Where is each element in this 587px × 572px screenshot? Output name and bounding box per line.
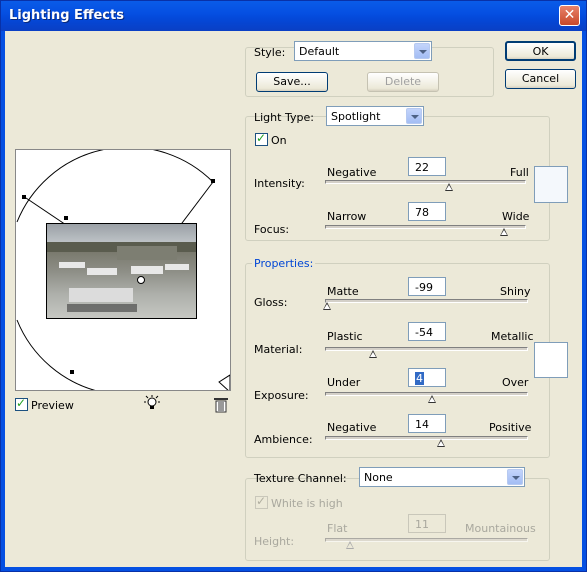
ambience-slider[interactable] [325, 436, 528, 440]
on-label: On [271, 134, 287, 147]
ambient-color-swatch[interactable] [534, 342, 568, 378]
exposure-max-label: Over [502, 376, 529, 389]
style-label: Style: [254, 46, 286, 59]
exposure-input[interactable]: 4 [408, 368, 446, 387]
intensity-value: 22 [415, 161, 429, 174]
window-title: Lighting Effects [9, 8, 124, 23]
window-frame-bottom [1, 567, 586, 571]
light-bulb-icon[interactable] [143, 395, 161, 413]
focus-min-label: Narrow [327, 210, 367, 223]
height-label: Height: [254, 535, 295, 548]
gloss-label: Gloss: [254, 296, 288, 309]
close-button[interactable]: ✕ [559, 5, 580, 26]
intensity-label: Intensity: [254, 177, 305, 190]
save-button[interactable]: Save... [256, 72, 328, 92]
focus-slider-thumb[interactable] [500, 228, 509, 237]
white-is-high-checkbox[interactable]: ✓ [255, 494, 268, 509]
material-slider-thumb[interactable] [369, 350, 378, 359]
intensity-max-label: Full [510, 166, 529, 179]
light-type-value: Spotlight [331, 110, 381, 123]
exposure-min-label: Under [327, 376, 361, 389]
chevron-down-icon[interactable] [414, 43, 430, 59]
exposure-value: 4 [415, 372, 424, 385]
style-value: Default [299, 45, 340, 58]
gloss-value: -99 [415, 281, 433, 294]
focus-label: Focus: [254, 223, 290, 236]
title-bar[interactable]: Lighting Effects ✕ [1, 1, 586, 31]
focus-slider[interactable] [325, 225, 526, 229]
material-slider[interactable] [325, 347, 528, 351]
ellipse-handle[interactable] [70, 370, 74, 374]
trash-icon[interactable] [213, 397, 229, 413]
material-value: -54 [415, 326, 433, 339]
height-slider[interactable] [325, 538, 528, 542]
ambience-max-label: Positive [489, 421, 532, 434]
height-max-label: Mountainous [465, 522, 536, 535]
gloss-input[interactable]: -99 [408, 277, 446, 296]
intensity-slider[interactable] [325, 180, 526, 184]
height-slider-thumb[interactable] [346, 541, 355, 550]
check-icon: ✓ [256, 131, 267, 145]
style-select[interactable]: Default [294, 41, 432, 61]
focus-input[interactable]: 78 [408, 202, 446, 221]
material-label: Material: [254, 343, 303, 356]
ellipse-handle[interactable] [22, 195, 26, 199]
properties-header: Properties: [252, 257, 316, 270]
on-checkbox[interactable]: ✓ [255, 131, 268, 146]
chevron-down-icon[interactable] [507, 469, 523, 485]
preview-label: Preview [31, 399, 74, 412]
texture-channel-select[interactable]: None [359, 467, 525, 487]
ambience-input[interactable]: 14 [408, 414, 446, 433]
preview-image [46, 223, 197, 319]
ok-button[interactable]: OK [505, 41, 576, 61]
gloss-max-label: Shiny [500, 285, 531, 298]
delete-button[interactable]: Delete [367, 72, 439, 92]
texture-channel-label: Texture Channel: [254, 472, 347, 485]
focus-value: 78 [415, 206, 429, 219]
focus-max-label: Wide [502, 210, 530, 223]
check-icon: ✓ [256, 494, 267, 508]
material-min-label: Plastic [327, 330, 363, 343]
ellipse-handle[interactable] [64, 216, 68, 220]
window-frame-right [582, 31, 586, 571]
material-max-label: Metallic [491, 330, 534, 343]
exposure-label: Exposure: [254, 389, 309, 402]
chevron-down-icon[interactable] [406, 108, 422, 124]
texture-group [245, 478, 550, 561]
light-type-label: Light Type: [254, 111, 314, 124]
preview-checkbox[interactable]: ✓ [15, 396, 28, 411]
ambience-min-label: Negative [327, 421, 377, 434]
ambience-slider-thumb[interactable] [437, 439, 446, 448]
check-icon: ✓ [16, 396, 27, 410]
intensity-input[interactable]: 22 [408, 157, 446, 176]
lighting-effects-dialog: Lighting Effects ✕ ✓ Preview OK Cancel S… [0, 0, 587, 572]
intensity-min-label: Negative [327, 166, 377, 179]
height-value: 11 [415, 518, 429, 531]
preview-canvas[interactable] [15, 149, 231, 391]
material-input[interactable]: -54 [408, 322, 446, 341]
height-input[interactable]: 11 [408, 514, 446, 533]
white-is-high-label: White is high [271, 497, 343, 510]
exposure-slider-thumb[interactable] [428, 395, 437, 404]
ambience-label: Ambience: [254, 433, 313, 446]
height-min-label: Flat [327, 522, 348, 535]
exposure-slider[interactable] [325, 392, 528, 396]
gloss-slider-thumb[interactable] [323, 302, 332, 311]
ambience-value: 14 [415, 418, 429, 431]
intensity-slider-thumb[interactable] [445, 183, 454, 192]
window-frame-left [1, 31, 5, 571]
gloss-slider[interactable] [325, 299, 528, 303]
light-type-select[interactable]: Spotlight [326, 106, 424, 126]
cancel-button[interactable]: Cancel [505, 69, 576, 89]
texture-channel-value: None [364, 471, 393, 484]
gloss-min-label: Matte [327, 285, 359, 298]
light-color-swatch[interactable] [534, 166, 568, 203]
ellipse-handle[interactable] [211, 179, 215, 183]
